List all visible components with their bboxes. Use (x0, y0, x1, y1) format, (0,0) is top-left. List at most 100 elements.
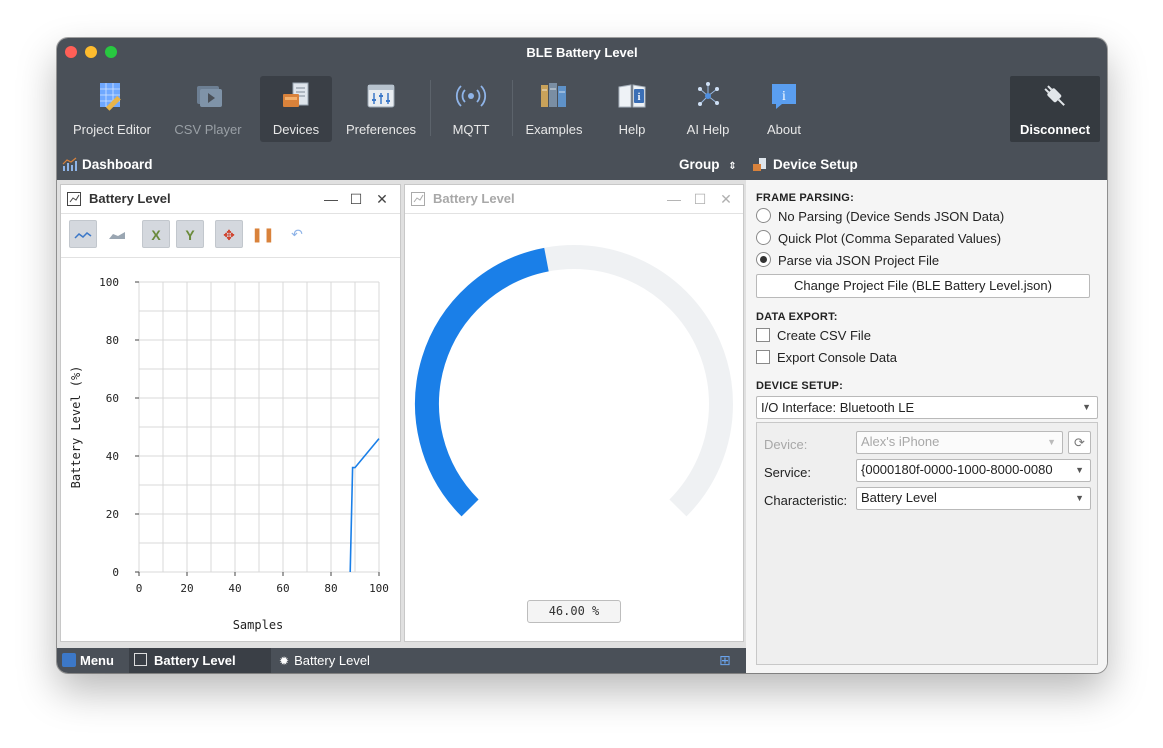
toolbar-mqtt[interactable]: MQTT (437, 76, 505, 142)
app-window: BLE Battery Level Project Editor CSV Pla… (57, 38, 1107, 673)
dropdown-arrow-icon: ▼ (1075, 493, 1084, 503)
group-label: Group (679, 157, 720, 172)
gauge-widget-titlebar: Battery Level — ☐ ✕ (405, 185, 743, 214)
zoom-window-button[interactable] (105, 46, 117, 58)
devices-icon (283, 82, 309, 107)
y-tick-label: 80 (106, 334, 119, 347)
svg-text:i: i (638, 92, 641, 103)
toolbar-label: CSV Player (174, 122, 242, 137)
dropdown-arrow-icon: ▼ (1082, 402, 1091, 412)
y-axis-icon: Y (185, 227, 195, 243)
toolbar-devices[interactable]: Devices (260, 76, 332, 142)
app-logo-icon (62, 653, 76, 667)
toolbar-examples[interactable]: Examples (519, 76, 589, 142)
plot-toolbar: X Y ✥ ❚❚ ↶ (61, 214, 400, 258)
device-setup-title: Device Setup (773, 157, 858, 172)
window-icon (67, 192, 81, 206)
maximize-widget-button[interactable]: ☐ (690, 185, 710, 213)
maximize-widget-button[interactable]: ☐ (346, 185, 366, 213)
toolbar-ai-help[interactable]: AI Help (673, 76, 743, 142)
pause-button[interactable]: ❚❚ (249, 220, 277, 248)
plot-widget: Battery Level — ☐ ✕ X Y ✥ ❚❚ ↶ 0 20 40 60 80… (60, 184, 401, 642)
menu-button[interactable]: Menu (62, 648, 114, 673)
radio-icon (756, 208, 771, 223)
x-tick-label: 40 (228, 582, 241, 595)
device-setup-panel: FRAME PARSING: No Parsing (Device Sends … (746, 180, 1107, 673)
taskbar-tab-plot[interactable]: Battery Level (129, 648, 271, 673)
toolbar-csv-player[interactable]: CSV Player (163, 76, 253, 142)
csv-player-icon (197, 86, 222, 107)
minimize-widget-button[interactable]: — (321, 185, 341, 213)
dashboard-title: Dashboard (82, 157, 153, 172)
updown-arrow-icon: ⇕ (728, 161, 737, 172)
window-title: BLE Battery Level (526, 45, 638, 60)
close-widget-button[interactable]: ✕ (716, 185, 736, 213)
disconnect-label: Disconnect (1019, 122, 1091, 137)
grid-layout-icon[interactable]: ⊞ (719, 648, 731, 673)
option-label: Parse via JSON Project File (778, 253, 940, 268)
x-tick-label: 60 (276, 582, 289, 595)
rescan-button[interactable]: ⟳ (1068, 431, 1091, 454)
minimize-widget-button[interactable]: — (664, 185, 684, 213)
line-mode-button[interactable] (69, 220, 97, 248)
x-tick-label: 0 (136, 582, 143, 595)
y-tick-label: 0 (112, 566, 119, 579)
y-tick-label: 100 (99, 276, 119, 289)
radio-no-parsing[interactable]: No Parsing (Device Sends JSON Data) (756, 208, 1004, 226)
y-axis-label: Battery Level (%) (69, 366, 83, 489)
x-axis-label: Samples (233, 618, 284, 632)
io-interface-value: I/O Interface: Bluetooth LE (761, 400, 915, 415)
data-export-title: DATA EXPORT: (756, 311, 838, 323)
plot-widget-title: Battery Level (89, 191, 171, 206)
toolbar-about[interactable]: i About (749, 76, 819, 142)
toolbar-label: MQTT (452, 122, 490, 137)
service-select[interactable]: {0000180f-0000-1000-8000-0080 ▼ (856, 459, 1091, 482)
reset-view-button[interactable]: ↶ (283, 220, 311, 248)
close-widget-button[interactable]: ✕ (372, 185, 392, 213)
x-axis-toggle[interactable]: X (142, 220, 170, 248)
menu-label: Menu (80, 653, 114, 668)
line-plot[interactable]: 0 20 40 60 80 100 0 20 40 60 80 100 Samples Battery L… (61, 258, 400, 640)
line-chart-icon (74, 232, 92, 239)
group-selector[interactable]: Group ⇕ (679, 149, 737, 182)
dashboard-header: Dashboard Group ⇕ (57, 149, 746, 180)
plug-icon (1044, 85, 1065, 106)
option-label: Create CSV File (777, 328, 871, 343)
service-value: {0000180f-0000-1000-8000-0080 (861, 462, 1053, 477)
toolbar-separator (430, 80, 431, 136)
option-label: Export Console Data (777, 350, 897, 365)
option-label: Quick Plot (Comma Separated Values) (778, 231, 1002, 246)
taskbar-tab-gauge[interactable]: ✹ Battery Level (279, 648, 370, 673)
radio-json-project[interactable]: Parse via JSON Project File (756, 252, 939, 270)
minimize-window-button[interactable] (85, 46, 97, 58)
x-tick-label: 80 (324, 582, 337, 595)
title-bar: BLE Battery Level (57, 38, 1107, 68)
preferences-icon (367, 84, 395, 108)
toolbar-label: Project Editor (72, 122, 152, 137)
radio-quick-plot[interactable]: Quick Plot (Comma Separated Values) (756, 230, 1001, 248)
device-select[interactable]: Alex's iPhone ▼ (856, 431, 1063, 454)
toolbar-project-editor[interactable]: Project Editor (65, 76, 159, 142)
disconnect-button[interactable]: Disconnect (1010, 76, 1100, 142)
device-setup-section-title: DEVICE SETUP: (756, 380, 843, 392)
mqtt-icon (455, 85, 487, 107)
toolbar-preferences[interactable]: Preferences (339, 76, 423, 142)
checkbox-create-csv[interactable]: Create CSV File (756, 327, 871, 345)
device-value: Alex's iPhone (861, 434, 940, 449)
characteristic-select[interactable]: Battery Level ▼ (856, 487, 1091, 510)
y-axis-toggle[interactable]: Y (176, 220, 204, 248)
toolbar-label: Preferences (345, 122, 417, 137)
change-project-file-button[interactable]: Change Project File (BLE Battery Level.j… (756, 274, 1090, 298)
ai-help-icon (698, 82, 719, 106)
checkbox-export-console[interactable]: Export Console Data (756, 349, 897, 367)
checkbox-icon (756, 350, 770, 364)
close-window-button[interactable] (65, 46, 77, 58)
area-chart-icon (109, 232, 125, 240)
area-mode-button[interactable] (103, 220, 131, 248)
y-tick-label: 60 (106, 392, 119, 405)
crosshair-toggle[interactable]: ✥ (215, 220, 243, 248)
device-label: Device: (764, 437, 808, 452)
frame-parsing-title: FRAME PARSING: (756, 192, 854, 204)
io-interface-select[interactable]: I/O Interface: Bluetooth LE ▼ (756, 396, 1098, 419)
toolbar-help[interactable]: i Help (597, 76, 667, 142)
